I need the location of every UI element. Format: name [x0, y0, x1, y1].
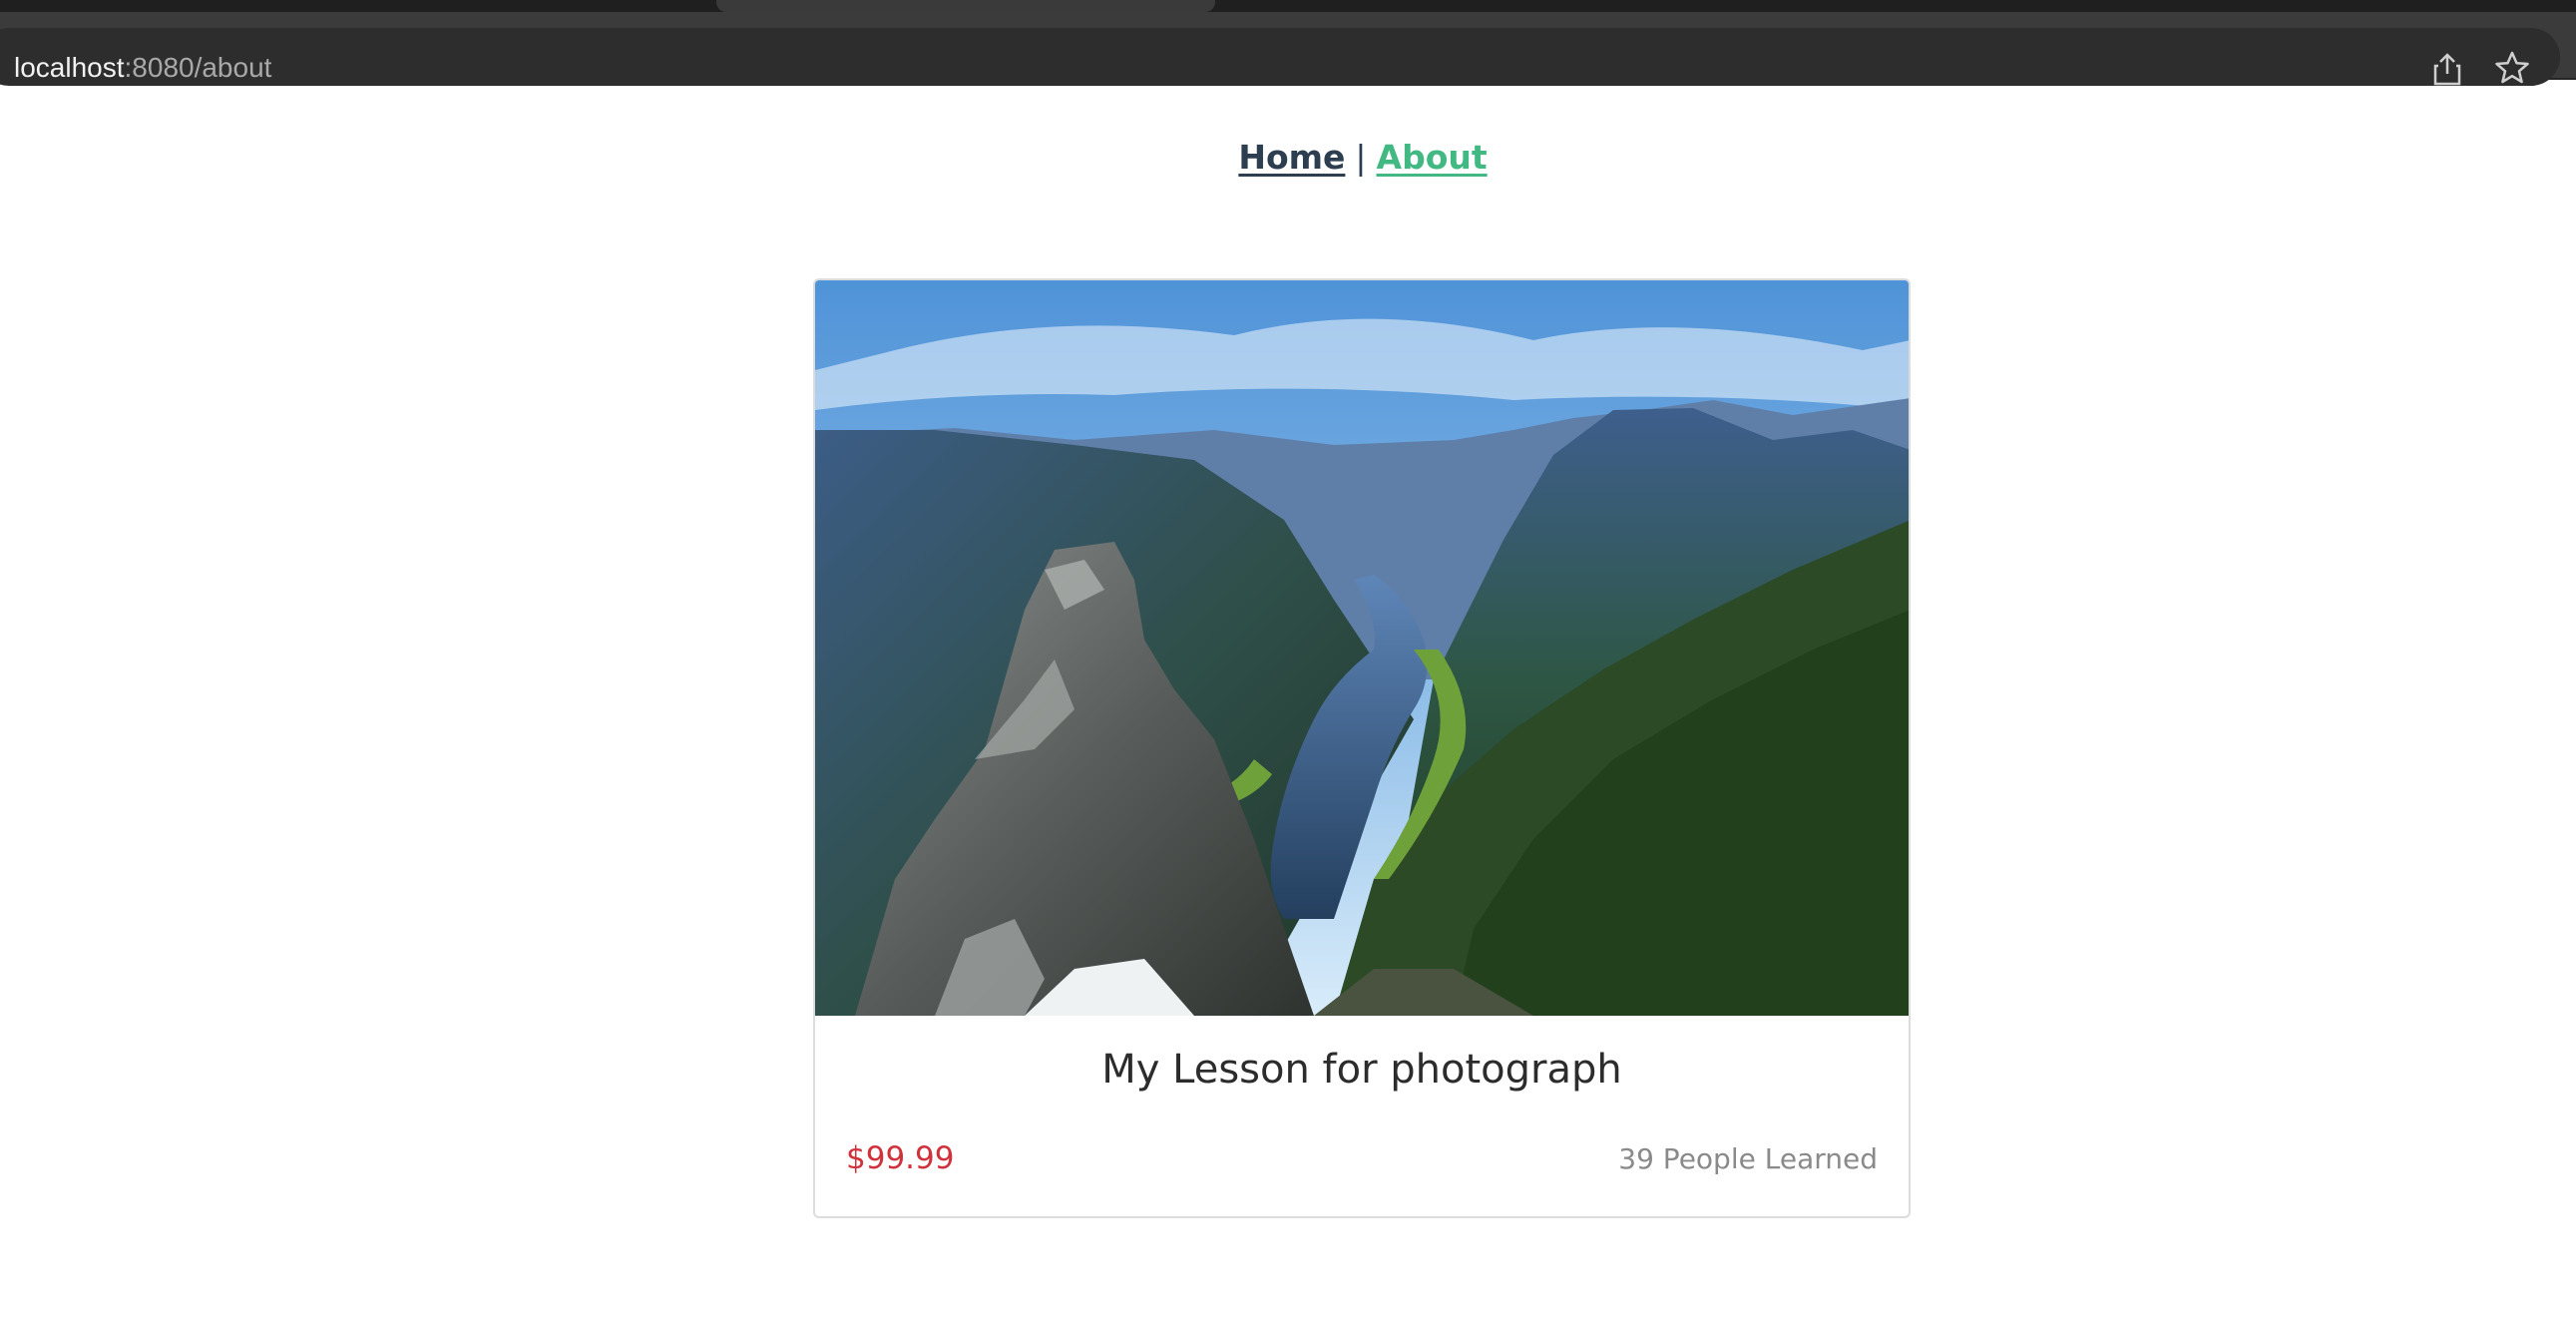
browser-toolbar: i localhost:8080/about [0, 12, 2576, 86]
share-icon[interactable] [2432, 52, 2462, 86]
lesson-title[interactable]: My Lesson for photograph [815, 1047, 1909, 1093]
learners-count: 39 People Learned [1618, 1142, 1878, 1175]
browser-active-tab[interactable] [716, 0, 1215, 12]
page-nav: Home | About [0, 138, 2576, 177]
nav-link-about[interactable]: About [1377, 138, 1488, 177]
lesson-price: $99.99 [846, 1140, 955, 1176]
address-bar[interactable]: i localhost:8080/about [0, 28, 2560, 86]
lesson-cover-image[interactable] [815, 280, 1911, 1016]
star-icon[interactable] [2494, 50, 2530, 86]
url-text[interactable]: localhost:8080/about [14, 48, 271, 88]
url-path: :8080/about [124, 52, 272, 83]
url-host: localhost [14, 52, 125, 83]
browser-tab-strip [0, 0, 2576, 12]
nav-link-home[interactable]: Home [1238, 138, 1345, 177]
lesson-card[interactable]: My Lesson for photograph $99.99 39 Peopl… [813, 278, 1911, 1218]
nav-separator: | [1355, 138, 1367, 177]
